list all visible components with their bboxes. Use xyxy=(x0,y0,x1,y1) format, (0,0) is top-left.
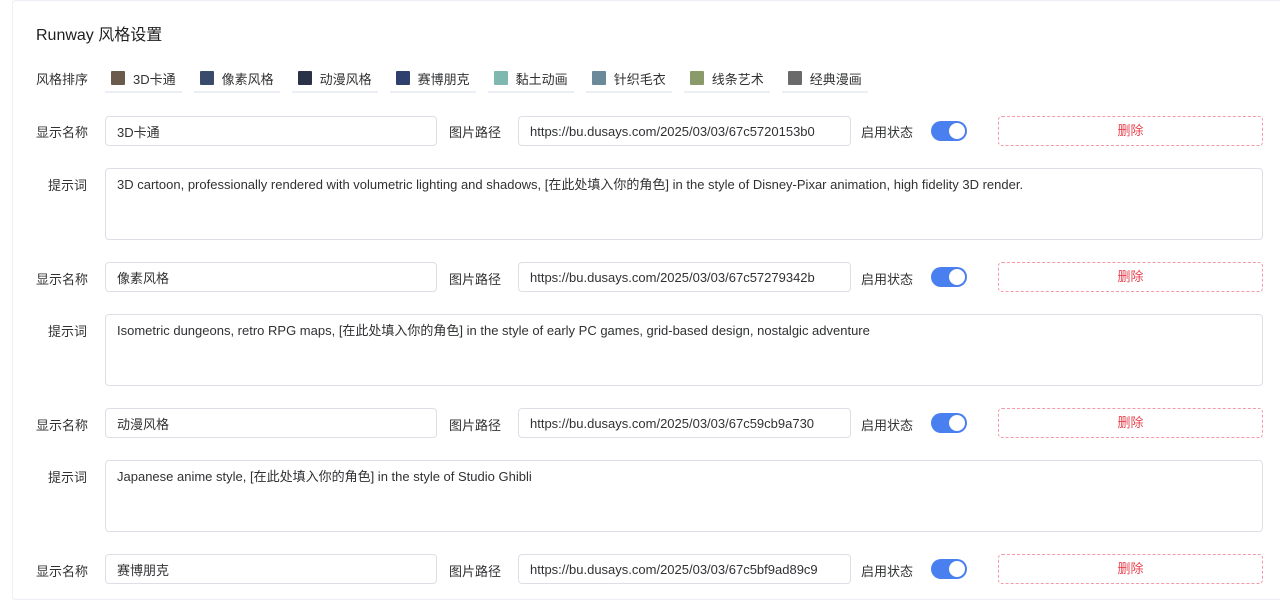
enable-toggle[interactable] xyxy=(931,121,967,141)
cyberpunk-thumbnail-icon xyxy=(395,71,410,85)
delete-button[interactable]: 删除 xyxy=(998,554,1263,584)
prompt-textarea[interactable]: 3D cartoon, professionally rendered with… xyxy=(105,168,1263,240)
enable-toggle[interactable] xyxy=(931,267,967,287)
name-label: 显示名称 xyxy=(36,125,89,140)
name-label: 显示名称 xyxy=(36,564,89,579)
path-label: 图片路径 xyxy=(449,418,502,433)
status-label: 启用状态 xyxy=(861,272,914,287)
name-input[interactable] xyxy=(105,116,437,146)
order-tab-label: 针织毛衣 xyxy=(613,71,666,87)
style-order-label: 风格排序 xyxy=(36,72,89,87)
status-label: 启用状态 xyxy=(861,564,914,579)
comic-thumbnail-icon xyxy=(787,71,802,85)
toggle-knob xyxy=(949,269,965,285)
order-tab-label: 黏土动画 xyxy=(515,71,568,87)
toggle-knob xyxy=(949,561,965,577)
prompt-label: 提示词 xyxy=(48,178,88,193)
path-input[interactable] xyxy=(518,408,851,438)
order-tab-line-art[interactable]: 线条艺术 xyxy=(683,65,770,93)
path-input[interactable] xyxy=(518,262,851,292)
order-tab-label: 动漫风格 xyxy=(319,71,372,87)
enable-toggle[interactable] xyxy=(931,413,967,433)
path-label: 图片路径 xyxy=(449,272,502,287)
delete-button[interactable]: 删除 xyxy=(998,116,1263,146)
clay-thumbnail-icon xyxy=(493,71,508,85)
prompt-label: 提示词 xyxy=(48,470,88,485)
name-input[interactable] xyxy=(105,408,437,438)
path-label: 图片路径 xyxy=(449,564,502,579)
prompt-textarea[interactable]: Japanese anime style, [在此处填入你的角色] in the… xyxy=(105,460,1263,532)
order-tab-label: 赛博朋克 xyxy=(417,71,470,87)
name-label: 显示名称 xyxy=(36,272,89,287)
order-tab-label: 3D卡通 xyxy=(133,71,176,87)
name-input[interactable] xyxy=(105,262,437,292)
style-order-tabs: 3D卡通 像素风格 动漫风格 赛博朋克 黏土动画 针织毛衣 线条艺术 经典漫画 xyxy=(105,65,880,93)
name-label: 显示名称 xyxy=(36,418,89,433)
status-label: 启用状态 xyxy=(861,418,914,433)
order-tab-comic[interactable]: 经典漫画 xyxy=(781,65,868,93)
prompt-textarea[interactable]: Isometric dungeons, retro RPG maps, [在此处… xyxy=(105,314,1263,386)
path-label: 图片路径 xyxy=(449,125,502,140)
delete-button[interactable]: 删除 xyxy=(998,262,1263,292)
order-tab-clay[interactable]: 黏土动画 xyxy=(487,65,574,93)
path-input[interactable] xyxy=(518,554,851,584)
order-tab-3d-cartoon[interactable]: 3D卡通 xyxy=(105,65,182,93)
toggle-knob xyxy=(949,415,965,431)
order-tab-knit[interactable]: 针织毛衣 xyxy=(585,65,672,93)
pixel-thumbnail-icon xyxy=(199,71,214,85)
page-title: Runway 风格设置 xyxy=(36,27,163,44)
knit-thumbnail-icon xyxy=(591,71,606,85)
order-tab-anime[interactable]: 动漫风格 xyxy=(291,65,378,93)
order-tab-label: 经典漫画 xyxy=(809,71,862,87)
enable-toggle[interactable] xyxy=(931,559,967,579)
name-input[interactable] xyxy=(105,554,437,584)
3d-cartoon-thumbnail-icon xyxy=(111,71,125,85)
order-tab-cyberpunk[interactable]: 赛博朋克 xyxy=(389,65,476,93)
delete-button[interactable]: 删除 xyxy=(998,408,1263,438)
path-input[interactable] xyxy=(518,116,851,146)
status-label: 启用状态 xyxy=(861,125,914,140)
order-tab-label: 线条艺术 xyxy=(711,71,764,87)
order-tab-pixel[interactable]: 像素风格 xyxy=(193,65,280,93)
prompt-label: 提示词 xyxy=(48,324,88,339)
anime-thumbnail-icon xyxy=(297,71,312,85)
toggle-knob xyxy=(949,123,965,139)
line-art-thumbnail-icon xyxy=(689,71,704,85)
order-tab-label: 像素风格 xyxy=(221,71,274,87)
